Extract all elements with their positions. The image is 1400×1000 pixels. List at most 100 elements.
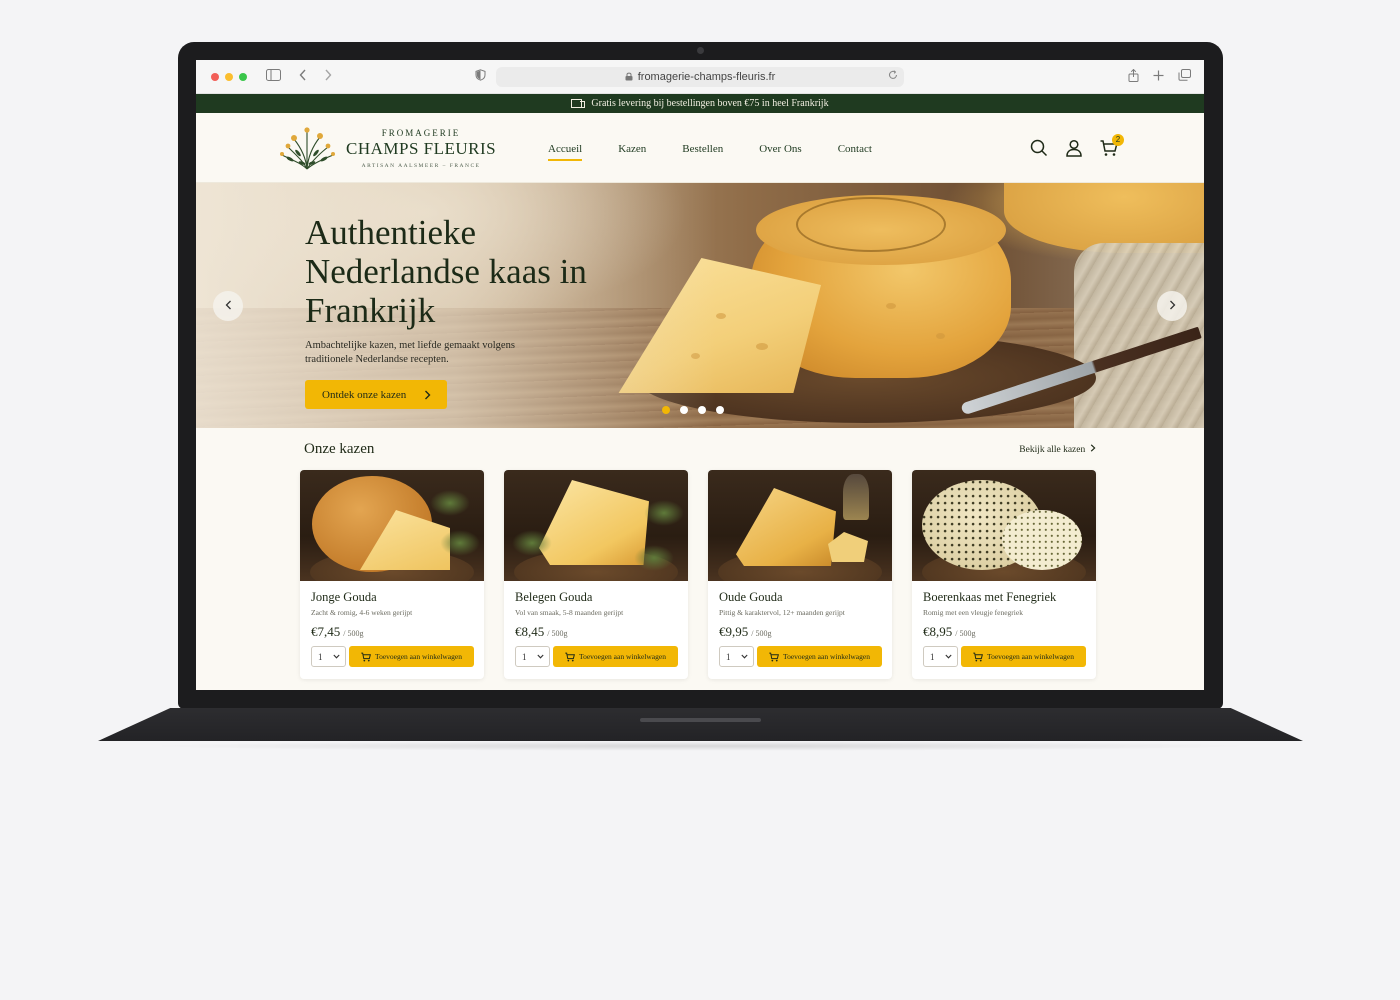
main-nav: Accueil Kazen Bestellen Over Ons Contact bbox=[548, 143, 872, 161]
cart-icon[interactable]: 2 bbox=[1100, 134, 1124, 157]
add-to-cart-button[interactable]: Toevoegen aan winkelwagen bbox=[349, 646, 474, 667]
hero-cheese-stamp bbox=[796, 197, 946, 252]
maximize-window-button[interactable] bbox=[239, 73, 247, 81]
add-to-cart-label: Toevoegen aan winkelwagen bbox=[579, 652, 666, 661]
truck-icon bbox=[571, 99, 586, 108]
product-actions: 1 Toevoegen aan winkelwagen bbox=[515, 646, 678, 667]
product-name[interactable]: Belegen Gouda bbox=[515, 590, 678, 605]
add-to-cart-button[interactable]: Toevoegen aan winkelwagen bbox=[757, 646, 882, 667]
product-actions: 1 Toevoegen aan winkelwagen bbox=[923, 646, 1086, 667]
cart-icon bbox=[973, 652, 983, 661]
product-image bbox=[300, 470, 484, 581]
section-title: Onze kazen bbox=[304, 440, 375, 457]
site-header: FROMAGERIE CHAMPS FLEURIS ARTISAN AALSME… bbox=[196, 113, 1204, 183]
cart-icon bbox=[361, 652, 371, 661]
shield-icon[interactable] bbox=[475, 69, 486, 85]
product-name[interactable]: Boerenkaas met Fenegriek bbox=[923, 590, 1086, 605]
cart-count-badge: 2 bbox=[1112, 134, 1124, 146]
account-icon[interactable] bbox=[1065, 139, 1083, 157]
logo[interactable]: FROMAGERIE CHAMPS FLEURIS ARTISAN AALSME… bbox=[276, 125, 496, 171]
forward-icon[interactable] bbox=[324, 69, 332, 85]
announcement-text: Gratis levering bij bestellingen boven €… bbox=[591, 98, 829, 109]
product-unit: / 500g bbox=[343, 629, 364, 638]
quantity-select[interactable]: 1 bbox=[311, 646, 346, 667]
sidebar-icon[interactable] bbox=[266, 69, 281, 85]
discover-cheeses-button[interactable]: Ontdek onze kazen bbox=[305, 380, 448, 409]
carousel-prev-button[interactable] bbox=[213, 291, 243, 321]
product-description: Zacht & romig, 4-6 weken gerijpt bbox=[311, 608, 413, 617]
quantity-select[interactable]: 1 bbox=[719, 646, 754, 667]
product-name[interactable]: Oude Gouda bbox=[719, 590, 882, 605]
lock-icon bbox=[625, 72, 633, 83]
chevron-left-icon bbox=[225, 300, 231, 310]
cart-icon bbox=[565, 652, 575, 661]
browser-window: fromagerie-champs-fleuris.fr Gratis leve… bbox=[196, 60, 1204, 690]
product-actions: 1 Toevoegen aan winkelwagen bbox=[311, 646, 474, 667]
chevron-down-icon bbox=[741, 654, 748, 659]
browser-toolbar: fromagerie-champs-fleuris.fr bbox=[196, 60, 1204, 94]
product-price: €8,45 bbox=[515, 624, 545, 639]
carousel-dot[interactable] bbox=[662, 406, 670, 414]
cheese-hole bbox=[716, 313, 726, 319]
quantity-value: 1 bbox=[522, 651, 527, 662]
quantity-select[interactable]: 1 bbox=[515, 646, 550, 667]
camera bbox=[697, 47, 704, 54]
product-card[interactable]: Boerenkaas met Fenegriek Romig met een v… bbox=[912, 470, 1096, 679]
close-window-button[interactable] bbox=[211, 73, 219, 81]
quantity-value: 1 bbox=[318, 651, 323, 662]
nav-contact[interactable]: Contact bbox=[838, 143, 872, 161]
carousel-dot[interactable] bbox=[680, 406, 688, 414]
product-card[interactable]: Oude Gouda Pittig & karaktervol, 12+ maa… bbox=[708, 470, 892, 679]
product-image bbox=[504, 470, 688, 581]
product-price-row: €8,45/ 500g bbox=[515, 624, 678, 640]
product-unit: / 500g bbox=[955, 629, 976, 638]
product-price: €8,95 bbox=[923, 624, 953, 639]
add-to-cart-label: Toevoegen aan winkelwagen bbox=[987, 652, 1074, 661]
logo-tagline: ARTISAN AALSMEER – FRANCE bbox=[361, 162, 481, 169]
product-name[interactable]: Jonge Gouda bbox=[311, 590, 474, 605]
product-card[interactable]: Jonge Gouda Zacht & romig, 4-6 weken ger… bbox=[300, 470, 484, 679]
reload-icon[interactable] bbox=[888, 70, 898, 83]
product-description: Romig met een vleugje fenegriek bbox=[923, 608, 1023, 617]
search-icon[interactable] bbox=[1030, 139, 1048, 157]
see-all-label: Bekijk alle kazen bbox=[1019, 444, 1086, 455]
nav-bestellen[interactable]: Bestellen bbox=[682, 143, 723, 161]
carousel-dot[interactable] bbox=[698, 406, 706, 414]
chevron-right-icon bbox=[1090, 443, 1096, 452]
carousel-dots bbox=[662, 406, 724, 414]
product-price-row: €7,45/ 500g bbox=[311, 624, 474, 640]
quantity-select[interactable]: 1 bbox=[923, 646, 958, 667]
add-to-cart-label: Toevoegen aan winkelwagen bbox=[375, 652, 462, 661]
carousel-next-button[interactable] bbox=[1157, 291, 1187, 321]
minimize-window-button[interactable] bbox=[225, 73, 233, 81]
new-tab-icon[interactable] bbox=[1153, 69, 1164, 85]
cheese-hole bbox=[756, 343, 768, 350]
products-header: Onze kazen Bekijk alle kazen bbox=[304, 428, 1096, 470]
laptop-shadow bbox=[140, 741, 1260, 751]
add-to-cart-button[interactable]: Toevoegen aan winkelwagen bbox=[553, 646, 678, 667]
cheese-hole bbox=[886, 303, 896, 309]
address-bar[interactable]: fromagerie-champs-fleuris.fr bbox=[496, 67, 904, 87]
product-description: Pittig & karaktervol, 12+ maanden gerijp… bbox=[719, 608, 845, 617]
hero-carousel: Authentieke Nederlandse kaas in Frankrij… bbox=[196, 183, 1204, 428]
add-to-cart-button[interactable]: Toevoegen aan winkelwagen bbox=[961, 646, 1086, 667]
product-price-row: €8,95/ 500g bbox=[923, 624, 1086, 640]
carousel-dot[interactable] bbox=[716, 406, 724, 414]
laptop-screen: fromagerie-champs-fleuris.fr Gratis leve… bbox=[178, 42, 1223, 709]
logo-top-line: FROMAGERIE bbox=[381, 127, 461, 138]
logo-text: FROMAGERIE CHAMPS FLEURIS ARTISAN AALSME… bbox=[346, 128, 496, 169]
header-icons: 2 bbox=[1030, 134, 1124, 157]
product-card[interactable]: Belegen Gouda Vol van smaak, 5-8 maanden… bbox=[504, 470, 688, 679]
quantity-value: 1 bbox=[726, 651, 731, 662]
product-grid: Jonge Gouda Zacht & romig, 4-6 weken ger… bbox=[300, 470, 1096, 679]
nav-kazen[interactable]: Kazen bbox=[618, 143, 646, 161]
chevron-down-icon bbox=[537, 654, 544, 659]
see-all-link[interactable]: Bekijk alle kazen bbox=[1019, 443, 1096, 455]
tabs-icon[interactable] bbox=[1178, 69, 1191, 85]
product-unit: / 500g bbox=[751, 629, 772, 638]
share-icon[interactable] bbox=[1128, 68, 1139, 86]
nav-accueil[interactable]: Accueil bbox=[548, 143, 583, 161]
hero-title: Authentieke Nederlandse kaas in Frankrij… bbox=[305, 213, 587, 330]
back-icon[interactable] bbox=[299, 69, 307, 85]
nav-over-ons[interactable]: Over Ons bbox=[759, 143, 801, 161]
